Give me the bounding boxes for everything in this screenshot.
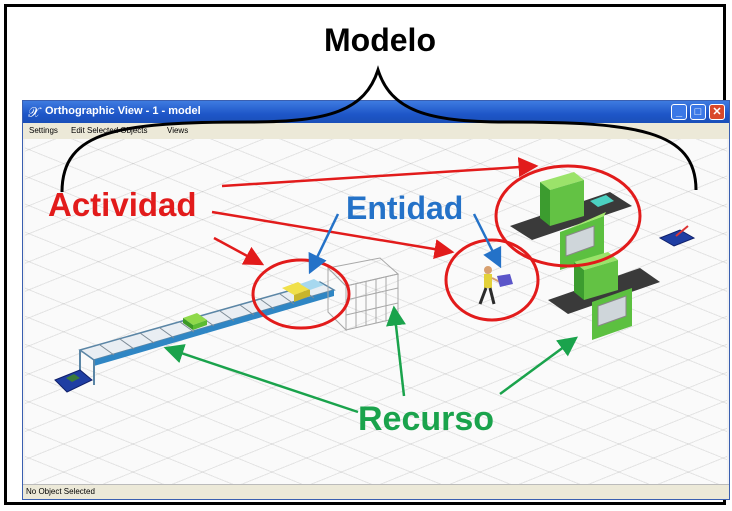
source-pad [54,369,93,393]
label-entidad: Entidad [346,190,464,226]
label-actividad: Actividad [48,186,197,223]
actividad-arrow-3 [213,236,265,266]
sink-pad [658,225,696,247]
modelo-brace [60,65,698,193]
actividad-arrow-1 [221,157,539,188]
worker-figure [478,266,513,305]
wire-cage [326,257,400,332]
label-recurso: Recurso [358,400,495,438]
recurso-arrow-1 [163,344,359,414]
recurso-arrow-2 [386,305,406,397]
recurso-arrow-3 [499,336,579,396]
